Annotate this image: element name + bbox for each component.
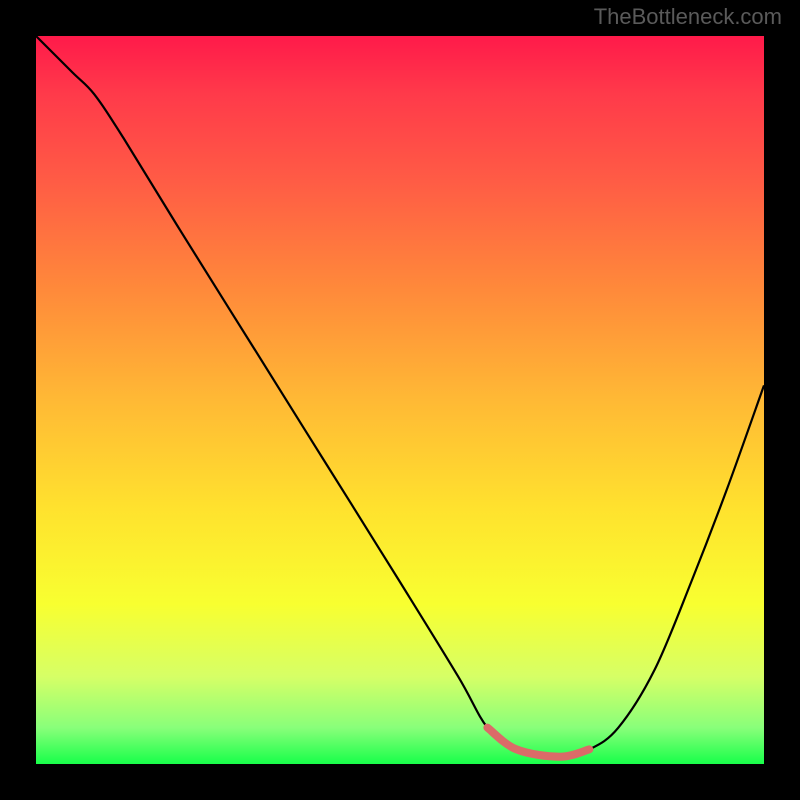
bottleneck-curve-path [36,36,764,757]
bottleneck-curve-svg [36,36,764,764]
chart-plot-area [36,36,764,764]
bottleneck-highlight-path [487,728,589,757]
watermark-text: TheBottleneck.com [594,4,782,30]
